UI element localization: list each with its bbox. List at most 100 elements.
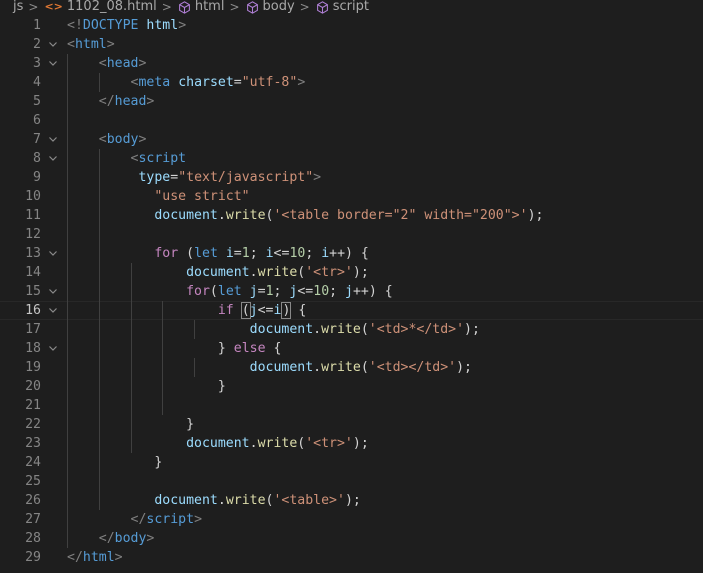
tag-punctuation: >	[138, 132, 147, 147]
code-line[interactable]: 6	[0, 111, 703, 130]
line-content: document.write('<table>');	[67, 491, 361, 510]
code-line[interactable]: 24 }	[0, 453, 703, 472]
number-literal: 1	[241, 246, 250, 261]
line-number: 14	[25, 265, 41, 280]
cube-icon	[316, 0, 329, 14]
code-editor[interactable]: js > <> 1102_08.html > html > body > scr…	[0, 0, 703, 573]
indent-guide	[67, 472, 68, 491]
html-file-icon: <>	[44, 0, 63, 13]
indent-guide	[98, 149, 100, 168]
indent-guide	[67, 529, 68, 548]
indent-guide	[130, 396, 132, 415]
code-line[interactable]: 19 document.write('<td></td>');	[0, 358, 703, 377]
code-line[interactable]: 17 document.write('<td>*</td>');	[0, 320, 703, 339]
code-line[interactable]: 11 document.write('<table border="2" wid…	[0, 206, 703, 225]
bracket: (	[240, 302, 251, 319]
code-line[interactable]: 28 </body>	[0, 529, 703, 548]
code-line[interactable]: 10 "use strict"	[0, 187, 703, 206]
identifier: document	[249, 322, 314, 337]
indent-guide	[162, 339, 164, 358]
code-text: ++) {	[329, 246, 369, 261]
code-text: <=	[273, 246, 290, 261]
code-line[interactable]: 23 document.write('<tr>');	[0, 434, 703, 453]
indent-guide	[98, 187, 100, 206]
identifier: document	[154, 493, 218, 508]
indent-guide	[98, 263, 100, 282]
code-line[interactable]: 22 }	[0, 415, 703, 434]
code-line[interactable]: 14 document.write('<tr>');	[0, 263, 703, 282]
indent-guide	[67, 301, 68, 320]
identifier: document	[249, 360, 314, 375]
tag-punctuation: >	[178, 18, 187, 33]
indent-guide	[98, 339, 100, 358]
code-line[interactable]: 21	[0, 396, 703, 415]
code-line[interactable]: 3 <head>	[0, 54, 703, 73]
string-literal: '<tr>'	[305, 436, 353, 451]
breadcrumb-separator: >	[229, 0, 240, 14]
tag-name: body	[106, 132, 139, 147]
indent-guide	[67, 339, 68, 358]
code-line[interactable]: 1 <!DOCTYPE html>	[0, 16, 703, 35]
number-literal: 10	[313, 284, 330, 299]
code-line[interactable]: 16 if (j<=i) {	[0, 301, 703, 320]
code-text: .	[313, 322, 322, 337]
line-content: </head>	[67, 92, 154, 111]
indent-guide	[98, 491, 100, 510]
tag-name: meta	[138, 75, 171, 90]
indent-guide	[67, 187, 68, 206]
indent-guide	[130, 415, 132, 434]
indent-guide	[98, 282, 100, 301]
breadcrumb-item-body[interactable]: body	[246, 0, 295, 14]
code-text: );	[352, 436, 369, 451]
code-line[interactable]: 25	[0, 472, 703, 491]
indent-guide	[130, 263, 132, 282]
tag-name: head	[114, 94, 147, 109]
code-line[interactable]: 26 document.write('<table>');	[0, 491, 703, 510]
code-line[interactable]: 4 <meta charset="utf-8">	[0, 73, 703, 92]
code-line[interactable]: 7 <body>	[0, 130, 703, 149]
breadcrumb-item-file[interactable]: <> 1102_08.html	[44, 0, 156, 14]
indent-guide	[98, 453, 100, 472]
code-line[interactable]: 15 for(let j=1; j<=10; j++) {	[0, 282, 703, 301]
breadcrumb-item-script[interactable]: script	[316, 0, 369, 14]
indent-guide	[67, 130, 68, 149]
indent-guide	[67, 415, 68, 434]
identifier: j	[345, 284, 353, 299]
code-line[interactable]: 27 </script>	[0, 510, 703, 529]
code-line[interactable]: 5 </head>	[0, 92, 703, 111]
string-literal: '<td>*</td>'	[368, 322, 465, 337]
control-keyword: for	[154, 246, 179, 261]
indent-guide	[67, 358, 68, 377]
indent-guide	[194, 358, 196, 377]
breadcrumb-item-html[interactable]: html	[178, 0, 224, 14]
code-line[interactable]: 9 type="text/javascript">	[0, 168, 703, 187]
string-literal: '<tr>'	[305, 265, 353, 280]
code-area[interactable]: 1 <!DOCTYPE html> 2 <html> 3 <head> 4 <meta c…	[0, 16, 703, 567]
code-text: =	[233, 246, 242, 261]
code-line[interactable]: 13 for (let i=1; i<=10; i++) {	[0, 244, 703, 263]
code-line[interactable]: 18 } else {	[0, 339, 703, 358]
code-text: );	[527, 208, 544, 223]
code-text: ++) {	[352, 284, 393, 299]
code-line[interactable]: 12	[0, 225, 703, 244]
line-number: 1	[33, 18, 41, 33]
attribute-name: charset	[178, 75, 234, 90]
indent-guide	[98, 358, 100, 377]
code-line[interactable]: 8 <script	[0, 149, 703, 168]
indent-guide	[98, 434, 100, 453]
indent-guide	[67, 453, 68, 472]
code-line[interactable]: 20 }	[0, 377, 703, 396]
identifier: document	[154, 208, 218, 223]
code-line[interactable]: 29 </html>	[0, 548, 703, 567]
tag-name: html	[82, 550, 115, 565]
tag-name: script	[146, 512, 195, 527]
breadcrumb-item-folder[interactable]: js	[0, 0, 23, 14]
line-number: 22	[25, 417, 41, 432]
code-line[interactable]: 2 <html>	[0, 35, 703, 54]
